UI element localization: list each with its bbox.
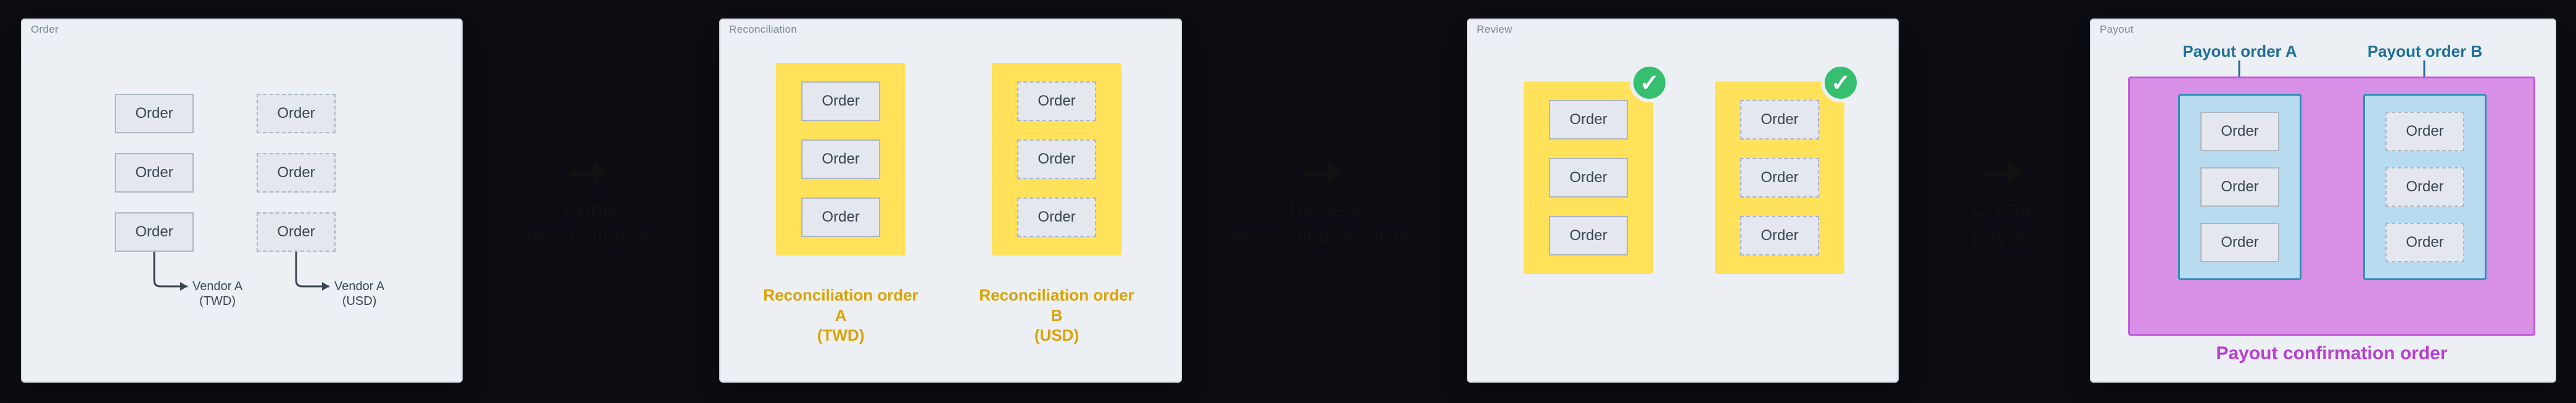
order-box: Order [2200, 167, 2279, 207]
stage-recon-title: Reconciliation [729, 23, 797, 36]
order-box: Order [801, 81, 880, 121]
order-box: Order [115, 94, 194, 133]
step-apply-recon: Apply reconciliation [513, 195, 669, 251]
vendor-label-a: Vendor A (TWD) [192, 279, 242, 309]
order-box: Order [801, 139, 880, 179]
vendor-arrow-b [296, 252, 333, 289]
check-icon: ✓ [1630, 63, 1669, 102]
recon-group-a: Order Order Order [776, 63, 906, 256]
order-box-dashed: Order [2385, 223, 2464, 262]
vendor-arrow-a [154, 252, 191, 289]
order-box: Order [1549, 100, 1628, 139]
payout-col-a: Order Order Order [2178, 94, 2301, 280]
order-box-dashed: Order [1017, 139, 1096, 179]
order-box-dashed: Order [1017, 197, 1096, 237]
stage-payout: Payout Payout order A Payout order B Ord… [2090, 19, 2556, 383]
stage-payout-title: Payout [2100, 23, 2134, 36]
arrow-right-icon [1303, 154, 1346, 199]
stage-review: Review Order Order Order ✓ Order Order O… [1467, 19, 1899, 383]
payout-bottom-caption: Payout confirmation order [2196, 343, 2467, 364]
arrow-right-icon [569, 154, 613, 199]
order-box: Order [115, 212, 194, 252]
step-create-payout: Create payout [1946, 195, 2063, 251]
review-group-a: Order Order Order [1524, 81, 1653, 274]
step-review-recon: Review reconciliation order [1215, 195, 1434, 251]
payout-caption-b: Payout order B [2351, 42, 2499, 61]
recon-group-b: Order Order Order [992, 63, 1121, 256]
order-box-dashed: Order [1740, 158, 1819, 197]
vendor-label-b: Vendor A (USD) [334, 279, 384, 309]
order-box-dashed: Order [257, 153, 336, 193]
stage-order: Order Order Order Order Order Order Orde… [21, 19, 463, 383]
order-box-dashed: Order [2385, 112, 2464, 151]
order-box: Order [2200, 223, 2279, 262]
stage-review-title: Review [1477, 23, 1513, 36]
order-box: Order [1549, 158, 1628, 197]
order-box: Order [2200, 112, 2279, 151]
order-box: Order [1549, 216, 1628, 256]
order-box-dashed: Order [1740, 100, 1819, 139]
order-box: Order [801, 197, 880, 237]
stage-recon: Reconciliation Order Order Order Reconci… [719, 19, 1182, 383]
order-box: Order [115, 153, 194, 193]
review-group-b: Order Order Order [1715, 81, 1844, 274]
payout-col-b: Order Order Order [2363, 94, 2487, 280]
check-icon: ✓ [1821, 63, 1860, 102]
order-box-dashed: Order [1017, 81, 1096, 121]
order-box-dashed: Order [257, 212, 336, 252]
order-box-dashed: Order [257, 94, 336, 133]
payout-caption-a: Payout order A [2166, 42, 2314, 61]
arrow-right-icon [1983, 154, 2026, 199]
recon-caption-b: Reconciliation order B (USD) [976, 285, 1137, 346]
recon-caption-a: Reconciliation order A (TWD) [761, 285, 921, 346]
order-col-dashed: Order Order Order [257, 94, 336, 252]
order-box-dashed: Order [1740, 216, 1819, 256]
order-box-dashed: Order [2385, 167, 2464, 207]
order-col-solid: Order Order Order [115, 94, 194, 252]
stage-order-title: Order [31, 23, 59, 36]
